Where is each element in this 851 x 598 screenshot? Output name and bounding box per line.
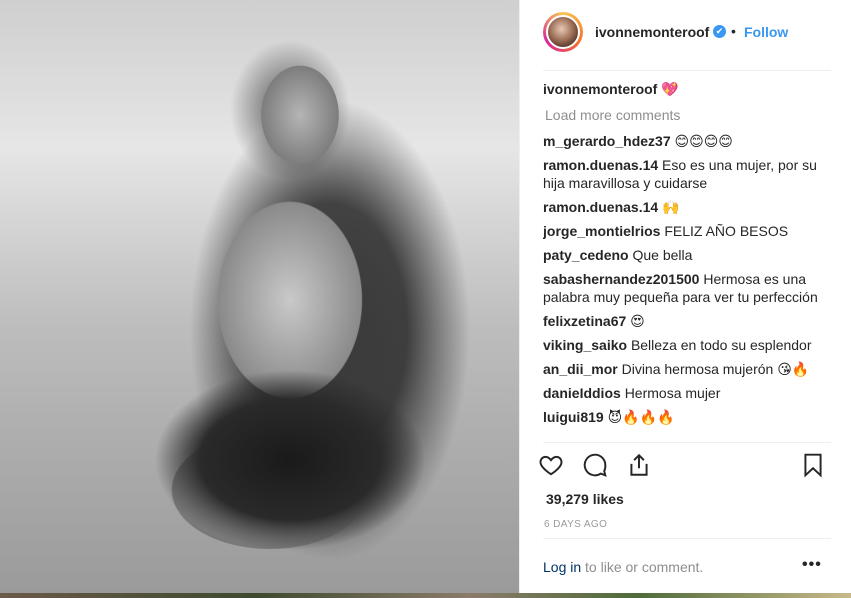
post-header: ivonnemonteroof ✔ • Follow	[520, 0, 851, 70]
comment-text: Belleza en todo su esplendor	[630, 337, 812, 353]
comment-item: paty_cedeno Que bella	[543, 246, 835, 264]
caption-text: 💖	[661, 81, 679, 97]
comment-username[interactable]: viking_saiko	[543, 337, 627, 353]
comment-username[interactable]: an_dii_mor	[543, 361, 618, 377]
comment-text: FELIZ AÑO BESOS	[664, 223, 789, 239]
comment-text: 🙌	[662, 199, 680, 215]
share-icon	[630, 453, 648, 476]
comment-item: viking_saiko Belleza en todo su esplendo…	[543, 336, 835, 354]
comment-username[interactable]: ramon.duenas.14	[543, 157, 658, 173]
comment-username[interactable]: luigui819	[543, 409, 604, 425]
caption-username[interactable]: ivonnemonteroof	[543, 81, 657, 97]
comment-item: danieIddios Hermosa mujer	[543, 384, 835, 402]
comment-item: luigui819 😈🔥🔥🔥	[543, 408, 835, 426]
comments-list[interactable]: ivonnemonteroof 💖 Load more comments m_g…	[543, 80, 835, 442]
follow-button[interactable]: Follow	[744, 24, 788, 40]
photo-fabric	[90, 290, 490, 590]
comment-username[interactable]: ramon.duenas.14	[543, 199, 658, 215]
header-username[interactable]: ivonnemonteroof	[595, 24, 709, 40]
login-suffix: to like or comment.	[581, 559, 704, 575]
actions-divider	[543, 442, 831, 443]
like-button[interactable]	[538, 452, 566, 480]
related-thumbnails-strip[interactable]	[0, 593, 851, 598]
comment-item: m_gerardo_hdez37 😊😊😊😊	[543, 132, 835, 150]
comment-item: felixzetina67 😍	[543, 312, 835, 330]
login-prompt: Log in to like or comment.	[543, 559, 703, 575]
comment-text: 😈🔥🔥🔥	[607, 409, 675, 425]
action-bar	[538, 452, 838, 484]
save-button[interactable]	[800, 452, 828, 480]
caption: ivonnemonteroof 💖	[543, 80, 835, 98]
load-more-comments-button[interactable]: Load more comments	[545, 106, 835, 124]
comment-item: ramon.duenas.14 🙌	[543, 198, 835, 216]
login-link[interactable]: Log in	[543, 559, 581, 575]
comment-text: Divina hermosa mujerón 😘🔥	[621, 361, 810, 377]
comment-username[interactable]: paty_cedeno	[543, 247, 629, 263]
post-timestamp[interactable]: 6 DAYS AGO	[544, 519, 607, 530]
comment-username[interactable]: sabashernandez201500	[543, 271, 699, 287]
verified-badge-icon: ✔	[713, 25, 726, 38]
comment-username[interactable]: m_gerardo_hdez37	[543, 133, 671, 149]
comment-username[interactable]: felixzetina67	[543, 313, 626, 329]
footer-divider	[543, 538, 831, 539]
comment-button[interactable]	[582, 452, 610, 480]
comment-username[interactable]: jorge_montielrios	[543, 223, 660, 239]
more-options-button[interactable]: •••	[802, 556, 822, 574]
comment-item: an_dii_mor Divina hermosa mujerón 😘🔥	[543, 360, 835, 378]
comment-text: 😊😊😊😊	[674, 133, 733, 149]
comment-item: jorge_montielrios FELIZ AÑO BESOS	[543, 222, 835, 240]
comment-text: 😍	[630, 313, 645, 329]
post-side-panel: ivonnemonteroof ✔ • Follow ivonnemontero…	[519, 0, 851, 593]
separator-dot: •	[731, 23, 736, 39]
comment-item: ramon.duenas.14 Eso es una mujer, por su…	[543, 156, 835, 192]
bookmark-icon	[804, 453, 822, 478]
avatar[interactable]	[543, 12, 583, 52]
header-divider	[543, 70, 831, 71]
comment-text: Hermosa mujer	[624, 385, 721, 401]
comment-item: sabashernandez201500 Hermosa es una pala…	[543, 270, 835, 306]
comment-username[interactable]: danieIddios	[543, 385, 621, 401]
comment-icon	[583, 453, 607, 477]
heart-icon	[539, 455, 563, 476]
likes-count[interactable]: 39,279 likes	[546, 491, 624, 507]
comment-text: Que bella	[632, 247, 693, 263]
share-button[interactable]	[626, 452, 654, 480]
post-photo[interactable]	[0, 0, 519, 593]
